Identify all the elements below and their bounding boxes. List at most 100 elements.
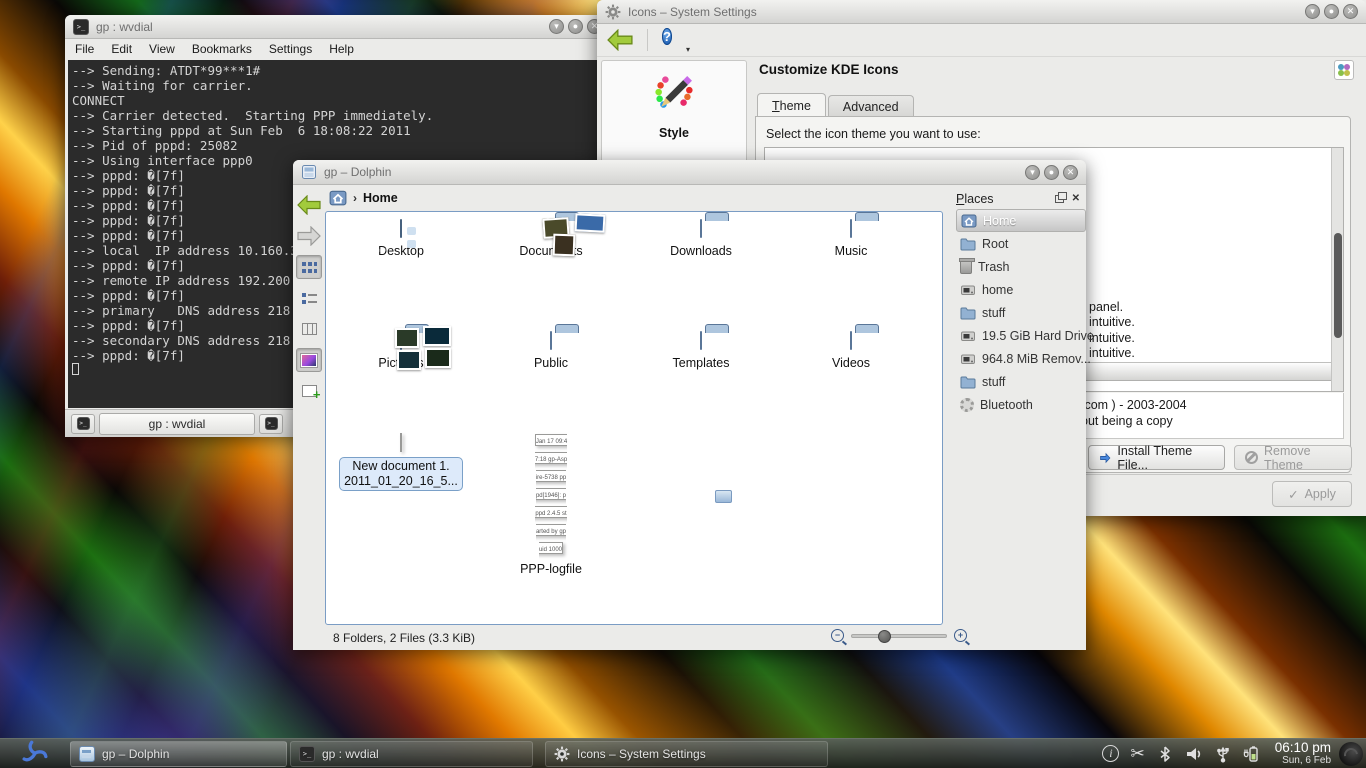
folder-item-desktop[interactable]: Desktop	[326, 220, 476, 259]
details-view-button[interactable]	[296, 286, 322, 310]
breadcrumb-home[interactable]: Home	[363, 191, 398, 205]
bluetooth-icon[interactable]	[1156, 745, 1174, 763]
sidebar-item-style[interactable]: Style	[602, 61, 746, 140]
menu-bookmarks[interactable]: Bookmarks	[192, 42, 252, 56]
place-item-stuff-1[interactable]: stuff	[956, 301, 1086, 324]
menu-view[interactable]: View	[149, 42, 175, 56]
forward-button[interactable]	[296, 224, 322, 248]
battery-icon[interactable]	[1243, 745, 1261, 763]
place-item-bluetooth[interactable]: Bluetooth	[956, 393, 1086, 416]
panel-toolbox-cashew-icon[interactable]	[1339, 742, 1363, 766]
dolphin-window-buttons: ▾ ● ✕	[1025, 165, 1078, 180]
system-settings-titlebar[interactable]: Icons – System Settings ▾ ● ✕	[597, 0, 1366, 24]
minimize-button[interactable]: ▾	[1025, 165, 1040, 180]
place-item-home[interactable]: Home	[956, 209, 1086, 232]
app-launcher-button[interactable]	[0, 739, 70, 768]
columns-view-icon	[302, 323, 317, 335]
folder-item-videos[interactable]: Videos	[776, 332, 926, 371]
volume-icon[interactable]	[1185, 745, 1203, 763]
konsole-titlebar[interactable]: >_ gp : wvdial ▾ ● ✕	[65, 15, 610, 39]
maximize-button[interactable]: ●	[568, 19, 583, 34]
float-panel-icon[interactable]	[1055, 195, 1064, 203]
preview-button[interactable]	[296, 348, 322, 372]
folder-view[interactable]: Desktop Documents Downloads Music	[325, 211, 943, 625]
folder-item-downloads[interactable]: Downloads	[626, 220, 776, 259]
icons-view-button[interactable]	[296, 255, 322, 279]
place-label: stuff	[982, 375, 1005, 389]
theme-list-scrollbar[interactable]	[1331, 148, 1343, 391]
menu-file[interactable]: File	[75, 42, 94, 56]
desktop-wallpaper: >_ gp : wvdial ▾ ● ✕ File Edit View Book…	[0, 0, 1366, 768]
menu-help[interactable]: Help	[329, 42, 354, 56]
help-icon: ?	[662, 28, 672, 45]
place-item-trash[interactable]: Trash	[956, 255, 1086, 278]
folder-label: Downloads	[626, 244, 776, 259]
task-konsole[interactable]: >_ gp : wvdial	[290, 741, 533, 767]
folder-item-music[interactable]: Music	[776, 220, 926, 259]
columns-view-button[interactable]	[296, 317, 322, 341]
folder-icon	[550, 219, 552, 238]
close-button[interactable]: ✕	[1343, 4, 1358, 19]
hard-drive-icon	[960, 328, 976, 344]
zoom-out-icon[interactable]: −	[831, 629, 844, 642]
notifications-icon[interactable]: i	[1102, 745, 1119, 762]
usb-device-icon[interactable]	[1214, 745, 1232, 763]
split-view-button[interactable]	[296, 379, 322, 403]
remove-theme-button[interactable]: Remove Theme	[1234, 445, 1352, 470]
help-button[interactable]: ? ▾	[662, 28, 686, 52]
folder-icon	[960, 236, 976, 252]
tab-list-button[interactable]: >_	[259, 414, 283, 434]
apply-button[interactable]: ✓ Apply	[1272, 481, 1352, 507]
close-panel-icon[interactable]: ✕	[1072, 194, 1080, 204]
places-panel: Places ✕ Home Root Trash	[950, 185, 1086, 650]
place-item-hard-drive[interactable]: 19.5 GiB Hard Drive	[956, 324, 1086, 347]
tab-advanced[interactable]: Advanced	[828, 95, 914, 117]
clock[interactable]: 06:10 pm Sun, 6 Feb	[1275, 741, 1331, 767]
maximize-button[interactable]: ●	[1044, 165, 1059, 180]
close-button[interactable]: ✕	[1063, 165, 1078, 180]
zoom-slider-handle[interactable]	[878, 630, 891, 643]
folder-label: Documents	[476, 244, 626, 259]
dolphin-icon	[79, 746, 95, 762]
tab-theme[interactable]: Theme	[757, 93, 826, 117]
minimize-button[interactable]: ▾	[1305, 4, 1320, 19]
task-system-settings[interactable]: Icons – System Settings	[545, 741, 828, 767]
scrollbar-thumb[interactable]	[1334, 233, 1342, 338]
gear-icon	[554, 746, 570, 762]
back-button[interactable]	[296, 193, 322, 217]
place-item-home-partition[interactable]: home	[956, 278, 1086, 301]
install-theme-button[interactable]: Install Theme File...	[1088, 445, 1225, 470]
place-item-root[interactable]: Root	[956, 232, 1086, 255]
folder-label: Videos	[776, 356, 926, 371]
file-item-ppp-logfile[interactable]: Jan 17 09:4 7:18 gp-Asp ire-5738 pp pd[1…	[476, 430, 626, 577]
folder-item-pictures[interactable]: Pictures	[326, 332, 476, 371]
maximize-button[interactable]: ●	[1324, 4, 1339, 19]
place-label: home	[982, 283, 1013, 297]
theme-description-fragments: .com ) - 2003-2004 out being a copy	[1081, 397, 1187, 429]
place-item-stuff-2[interactable]: stuff	[956, 370, 1086, 393]
folder-item-public[interactable]: Public	[476, 332, 626, 371]
system-settings-window-buttons: ▾ ● ✕	[1305, 4, 1358, 19]
task-dolphin[interactable]: gp – Dolphin	[70, 741, 287, 767]
clipboard-scissors-icon[interactable]: ✂	[1130, 745, 1144, 762]
dolphin-statusbar: 8 Folders, 2 Files (3.3 KiB) − +	[325, 625, 977, 650]
stray-drag-icon	[715, 490, 732, 503]
place-item-removable[interactable]: 964.8 MiB Remov...	[956, 347, 1086, 370]
new-tab-button[interactable]: >_	[71, 414, 95, 434]
folder-icon	[850, 219, 852, 238]
konsole-tab[interactable]: gp : wvdial	[99, 413, 255, 435]
back-arrow-icon[interactable]	[607, 29, 633, 51]
home-icon[interactable]	[329, 189, 347, 207]
folder-item-templates[interactable]: Templates	[626, 332, 776, 371]
removable-drive-icon	[960, 351, 976, 367]
gear-icon	[605, 4, 621, 20]
menu-edit[interactable]: Edit	[111, 42, 132, 56]
dolphin-titlebar[interactable]: gp – Dolphin ▾ ● ✕	[293, 160, 1086, 185]
minimize-button[interactable]: ▾	[549, 19, 564, 34]
desktop-folder-icon	[400, 219, 402, 238]
menu-settings[interactable]: Settings	[269, 42, 312, 56]
folder-item-documents[interactable]: Documents	[476, 220, 626, 259]
zoom-slider[interactable]	[851, 634, 947, 638]
back-arrow-icon	[297, 195, 321, 215]
file-item-new-document[interactable]: New document 1. 2011_01_20_16_5...	[326, 434, 476, 491]
